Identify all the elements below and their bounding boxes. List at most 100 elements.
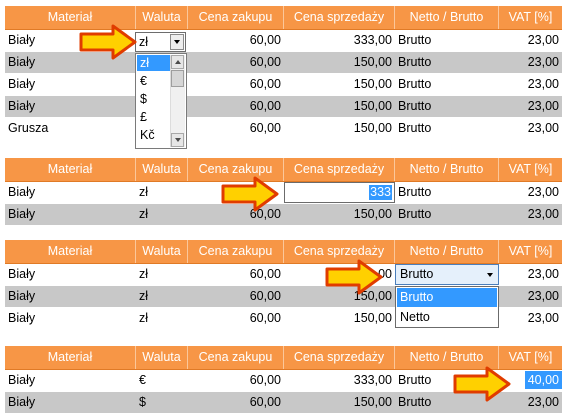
cell-material[interactable]: Biały [5, 182, 136, 203]
currency-combobox[interactable]: zł [135, 32, 186, 52]
cell-buy-price[interactable]: 60,00 [188, 74, 284, 95]
cell-sell-price[interactable]: 150,00 [284, 308, 395, 329]
cell-material[interactable]: Biały [5, 74, 136, 95]
chevron-down-icon[interactable] [487, 273, 493, 277]
combo-value: zł [139, 35, 149, 49]
header-buy-price[interactable]: Cena zakupu [188, 240, 284, 263]
cell-buy-price[interactable]: 60,00 [188, 52, 284, 73]
cell-currency[interactable]: $ [136, 392, 188, 413]
pointer-arrow-icon [325, 259, 383, 295]
header-material[interactable]: Materiał [5, 346, 136, 369]
option-netto[interactable]: Netto [397, 308, 497, 327]
cell-buy-price[interactable]: 60,00 [188, 392, 284, 413]
netto-brutto-combobox[interactable]: Brutto [395, 264, 499, 285]
cell-sell-price[interactable]: 333,00 [284, 30, 395, 51]
cell-currency[interactable]: zł [136, 308, 188, 329]
cell-material[interactable]: Grusza [5, 118, 136, 139]
cell-sell-price[interactable]: 150,00 [284, 204, 395, 225]
cell-vat[interactable]: 23,00 [499, 182, 562, 203]
cell-buy-price[interactable]: 60,00 [188, 264, 284, 285]
cell-buy-price[interactable]: 60,00 [188, 96, 284, 117]
cell-material[interactable]: Biały [5, 264, 136, 285]
cell-sell-price[interactable]: 150,00 [284, 74, 395, 95]
header-netto-brutto[interactable]: Netto / Brutto [395, 240, 499, 263]
cell-currency[interactable]: zł [136, 286, 188, 307]
cell-vat[interactable]: 23,00 [499, 74, 562, 95]
cell-sell-price[interactable]: 150,00 [284, 52, 395, 73]
cell-vat[interactable]: 23,00 [499, 264, 562, 285]
pointer-arrow-icon [79, 24, 137, 60]
header-vat[interactable]: VAT [%] [499, 240, 562, 263]
header-buy-price[interactable]: Cena zakupu [188, 6, 284, 29]
cell-currency[interactable]: zł [136, 264, 188, 285]
chevron-down-icon[interactable] [170, 34, 184, 50]
header-sell-price[interactable]: Cena sprzedaży [284, 6, 395, 29]
cell-netto-brutto[interactable]: Brutto [395, 30, 499, 51]
cell-netto-brutto[interactable]: Brutto [395, 118, 499, 139]
cell-netto-brutto[interactable]: Brutto [395, 182, 499, 203]
scroll-down-icon[interactable] [171, 133, 184, 147]
header-currency[interactable]: Waluta [136, 346, 188, 369]
currency-option[interactable]: £ [137, 109, 171, 125]
currency-option[interactable]: $ [137, 91, 171, 107]
cell-buy-price[interactable]: 60,00 [188, 118, 284, 139]
option-brutto[interactable]: Brutto [397, 288, 497, 307]
cell-netto-brutto[interactable]: Brutto [395, 96, 499, 117]
table-row[interactable]: Biały 60,00 150,00 Brutto 23,00 [5, 74, 562, 95]
cell-vat[interactable]: 23,00 [499, 308, 562, 329]
currency-dropdown-list[interactable]: zł € $ £ Kč [135, 53, 187, 149]
cell-vat[interactable]: 23,00 [499, 118, 562, 139]
currency-option[interactable]: € [137, 73, 171, 89]
cell-vat[interactable]: 23,00 [499, 204, 562, 225]
cell-sell-price[interactable]: 150,00 [284, 392, 395, 413]
cell-netto-brutto[interactable]: Brutto [395, 74, 499, 95]
header-buy-price[interactable]: Cena zakupu [188, 346, 284, 369]
sell-price-edit-field[interactable]: 333 [284, 182, 395, 203]
table-row[interactable]: Biały 60,00 150,00 Brutto 23,00 [5, 96, 562, 117]
cell-currency[interactable]: € [136, 370, 188, 391]
scroll-thumb[interactable] [171, 70, 184, 87]
cell-buy-price[interactable]: 60,00 [188, 30, 284, 51]
cell-vat[interactable]: 23,00 [499, 96, 562, 117]
header-netto-brutto[interactable]: Netto / Brutto [395, 6, 499, 29]
cell-vat[interactable]: 23,00 [499, 52, 562, 73]
cell-vat[interactable]: 23,00 [499, 30, 562, 51]
scroll-up-icon[interactable] [171, 55, 184, 69]
cell-material[interactable]: Biały [5, 286, 136, 307]
dropdown-scrollbar[interactable] [170, 55, 185, 147]
cell-material[interactable]: Biały [5, 96, 136, 117]
cell-buy-price[interactable]: 60,00 [188, 286, 284, 307]
cell-netto-brutto[interactable]: Brutto [395, 204, 499, 225]
cell-netto-brutto[interactable]: Brutto [395, 52, 499, 73]
cell-currency[interactable]: zł [136, 182, 188, 203]
cell-currency[interactable]: zł [136, 204, 188, 225]
cell-sell-price[interactable]: 150,00 [284, 96, 395, 117]
header-material[interactable]: Materiał [5, 240, 136, 263]
header-material[interactable]: Materiał [5, 158, 136, 181]
cell-buy-price[interactable]: 60,00 [188, 370, 284, 391]
combo-value: Brutto [400, 267, 434, 281]
header-vat[interactable]: VAT [%] [499, 6, 562, 29]
cell-material[interactable]: Biały [5, 204, 136, 225]
cell-sell-price[interactable]: 333,00 [284, 370, 395, 391]
header-sell-price[interactable]: Cena sprzedaży [284, 158, 395, 181]
cell-sell-price[interactable]: 150,00 [284, 118, 395, 139]
cell-material[interactable]: Biały [5, 370, 136, 391]
cell-vat[interactable]: 23,00 [499, 286, 562, 307]
cell-buy-price[interactable]: 60,00 [188, 308, 284, 329]
table-row[interactable]: Grusza 60,00 150,00 Brutto 23,00 [5, 118, 562, 139]
header-currency[interactable]: Waluta [136, 240, 188, 263]
header-vat[interactable]: VAT [%] [499, 158, 562, 181]
header-sell-price[interactable]: Cena sprzedaży [284, 346, 395, 369]
header-currency[interactable]: Waluta [136, 6, 188, 29]
header-currency[interactable]: Waluta [136, 158, 188, 181]
vat-edit-field[interactable]: 40,00 [525, 371, 562, 389]
netto-brutto-dropdown-list[interactable]: Brutto Netto [395, 286, 499, 328]
pointer-arrow-icon [453, 366, 511, 402]
currency-option[interactable]: Kč [137, 127, 171, 143]
cell-material[interactable]: Biały [5, 392, 136, 413]
cell-material[interactable]: Biały [5, 308, 136, 329]
header-netto-brutto[interactable]: Netto / Brutto [395, 158, 499, 181]
currency-option[interactable]: zł [137, 55, 171, 71]
table-row[interactable]: Biały zł 60,00 150,00 Brutto 23,00 [5, 204, 562, 225]
